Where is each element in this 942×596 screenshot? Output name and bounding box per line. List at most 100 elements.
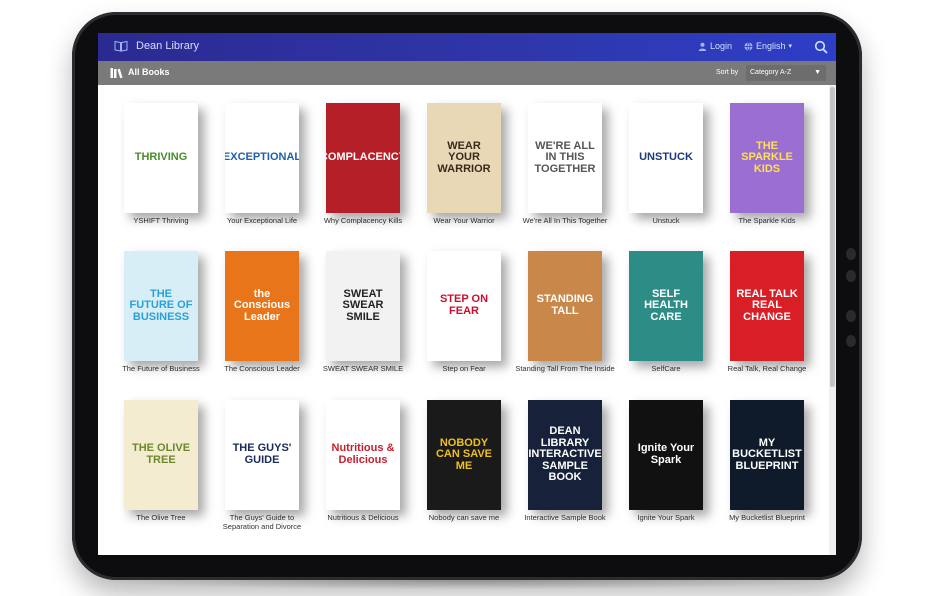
sort-label: Sort by: [716, 69, 739, 76]
book-item[interactable]: REAL TALK REAL CHANGE Real Talk, Real Cha…: [717, 251, 817, 373]
book-cover-text: REAL TALK REAL CHANGE: [736, 287, 798, 323]
language-selector[interactable]: English ▾: [744, 41, 792, 51]
book-cover[interactable]: STANDING TALL: [528, 251, 602, 361]
book-title[interactable]: Unstuck: [616, 216, 716, 225]
book-cover-text: THE OLIVE TREE: [131, 442, 191, 466]
book-cover-text: STEP ON FEAR: [439, 293, 489, 317]
book-item[interactable]: DEAN LIBRARY INTERACTIVE SAMPLE BOOK Inte…: [515, 400, 615, 522]
book-title[interactable]: We're All In This Together: [515, 216, 615, 225]
book-cover[interactable]: WEAR YOUR WARRIOR: [427, 103, 501, 213]
book-title[interactable]: The Guys' Guide to Separation and Divorc…: [212, 513, 312, 532]
book-title[interactable]: Real Talk, Real Change: [717, 364, 817, 373]
book-title[interactable]: Wear Your Warrior: [414, 216, 514, 225]
book-item[interactable]: UNSTUCK Unstuck: [616, 103, 716, 225]
book-grid: THRIVING YSHIFT Thriving EXCEPTIONAL Your E…: [98, 85, 828, 555]
section-title: All Books: [128, 67, 170, 77]
book-icon[interactable]: [114, 40, 128, 52]
book-title[interactable]: YSHIFT Thriving: [111, 216, 211, 225]
book-cover-text: THRIVING: [134, 151, 188, 164]
book-cover[interactable]: NOBODY CAN SAVE ME: [427, 400, 501, 510]
book-cover[interactable]: STEP ON FEAR: [427, 251, 501, 361]
book-cover[interactable]: SELF HEALTH CARE: [629, 251, 703, 361]
book-cover-text: the Conscious Leader: [233, 287, 291, 323]
book-item[interactable]: STEP ON FEAR Step on Fear: [414, 251, 514, 373]
chevron-down-icon: ▼: [814, 69, 821, 76]
book-cover[interactable]: EXCEPTIONAL: [225, 103, 299, 213]
book-item[interactable]: THE GUYS' GUIDE The Guys' Guide to Separa…: [212, 400, 312, 532]
book-title[interactable]: The Future of Business: [111, 364, 211, 373]
book-cover-text: NOBODY CAN SAVE ME: [435, 436, 493, 472]
book-item[interactable]: THE OLIVE TREE The Olive Tree: [111, 400, 211, 522]
book-cover[interactable]: DEAN LIBRARY INTERACTIVE SAMPLE BOOK: [528, 400, 602, 510]
tablet-side-button: [846, 270, 856, 282]
book-cover[interactable]: WE'RE ALL IN THIS TOGETHER: [528, 103, 602, 213]
tablet-side-button: [846, 310, 856, 322]
book-cover[interactable]: THE GUYS' GUIDE: [225, 400, 299, 510]
book-item[interactable]: THE SPARKLE KIDS The Sparkle Kids: [717, 103, 817, 225]
login-label: Login: [710, 41, 733, 51]
brand-title[interactable]: Dean Library: [136, 40, 199, 52]
book-item[interactable]: NOBODY CAN SAVE ME Nobody can save me: [414, 400, 514, 522]
book-cover-text: Nutritious & Delicious: [331, 442, 395, 466]
book-title[interactable]: Why Complacency Kills: [313, 216, 413, 225]
book-title[interactable]: Nobody can save me: [414, 513, 514, 522]
book-cover[interactable]: Nutritious & Delicious: [326, 400, 400, 510]
book-item[interactable]: SWEAT SWEAR SMILE SWEAT SWEAR SMILE: [313, 251, 413, 373]
book-cover-text: THE FUTURE OF BUSINESS: [129, 287, 193, 323]
book-cover-text: EXCEPTIONAL: [225, 151, 299, 164]
book-title[interactable]: Standing Tall From The Inside: [515, 364, 615, 373]
book-title[interactable]: Nutritious & Delicious: [313, 513, 413, 522]
book-title[interactable]: Your Exceptional Life: [212, 216, 312, 225]
book-cover-text: Ignite Your Spark: [637, 442, 695, 466]
book-title[interactable]: The Conscious Leader: [212, 364, 312, 373]
book-cover[interactable]: the Conscious Leader: [225, 251, 299, 361]
book-item[interactable]: the Conscious Leader The Conscious Leader: [212, 251, 312, 373]
scrollbar-thumb[interactable]: [830, 87, 835, 387]
book-title[interactable]: The Sparkle Kids: [717, 216, 817, 225]
sort-value: Category A-Z: [750, 69, 792, 76]
login-link[interactable]: Login: [698, 41, 732, 51]
book-title[interactable]: SWEAT SWEAR SMILE: [313, 364, 413, 373]
book-title[interactable]: Step on Fear: [414, 364, 514, 373]
book-cover-text: UNSTUCK: [639, 151, 693, 164]
book-title[interactable]: My Bucketlist Blueprint: [717, 513, 817, 522]
book-item[interactable]: WEAR YOUR WARRIOR Wear Your Warrior: [414, 103, 514, 225]
book-title[interactable]: Ignite Your Spark: [616, 513, 716, 522]
book-cover[interactable]: THE OLIVE TREE: [124, 400, 198, 510]
sort-select[interactable]: Category A-Z ▼: [746, 65, 826, 81]
book-item[interactable]: EXCEPTIONAL Your Exceptional Life: [212, 103, 312, 225]
book-cover[interactable]: MY BUCKETLIST BLUEPRINT: [730, 400, 804, 510]
book-cover[interactable]: THE FUTURE OF BUSINESS: [124, 251, 198, 361]
book-title[interactable]: The Olive Tree: [111, 513, 211, 522]
book-item[interactable]: COMPLACENCY Why Complacency Kills: [313, 103, 413, 225]
book-item[interactable]: THRIVING YSHIFT Thriving: [111, 103, 211, 225]
book-cover-text: COMPLACENCY: [326, 151, 400, 164]
book-cover-text: STANDING TALL: [536, 293, 594, 317]
book-cover-text: THE GUYS' GUIDE: [232, 442, 292, 466]
book-cover[interactable]: Ignite Your Spark: [629, 400, 703, 510]
book-item[interactable]: WE'RE ALL IN THIS TOGETHER We're All In T…: [515, 103, 615, 225]
chevron-down-icon: ▾: [788, 43, 793, 50]
sub-toolbar: All Books Sort by Category A-Z ▼: [98, 61, 836, 85]
book-cover[interactable]: COMPLACENCY: [326, 103, 400, 213]
user-icon: [698, 42, 707, 51]
book-item[interactable]: Nutritious & Delicious Nutritious & Delic…: [313, 400, 413, 522]
book-item[interactable]: MY BUCKETLIST BLUEPRINT My Bucketlist Blu…: [717, 400, 817, 522]
book-cover-text: MY BUCKETLIST BLUEPRINT: [732, 436, 802, 472]
book-cover[interactable]: SWEAT SWEAR SMILE: [326, 251, 400, 361]
book-item[interactable]: Ignite Your Spark Ignite Your Spark: [616, 400, 716, 522]
book-cover-text: SWEAT SWEAR SMILE: [342, 287, 384, 323]
book-item[interactable]: SELF HEALTH CARE SelfCare: [616, 251, 716, 373]
book-cover-text: DEAN LIBRARY INTERACTIVE SAMPLE BOOK: [528, 425, 602, 484]
book-cover[interactable]: THE SPARKLE KIDS: [730, 103, 804, 213]
book-title[interactable]: SelfCare: [616, 364, 716, 373]
book-title[interactable]: Interactive Sample Book: [515, 513, 615, 522]
search-icon[interactable]: [814, 40, 828, 54]
book-cover-text: WEAR YOUR WARRIOR: [437, 139, 491, 175]
book-cover[interactable]: REAL TALK REAL CHANGE: [730, 251, 804, 361]
tablet-side-button: [846, 335, 856, 347]
book-item[interactable]: STANDING TALL Standing Tall From The Insi…: [515, 251, 615, 373]
book-cover[interactable]: THRIVING: [124, 103, 198, 213]
book-cover[interactable]: UNSTUCK: [629, 103, 703, 213]
book-item[interactable]: THE FUTURE OF BUSINESS The Future of Busi…: [111, 251, 211, 373]
